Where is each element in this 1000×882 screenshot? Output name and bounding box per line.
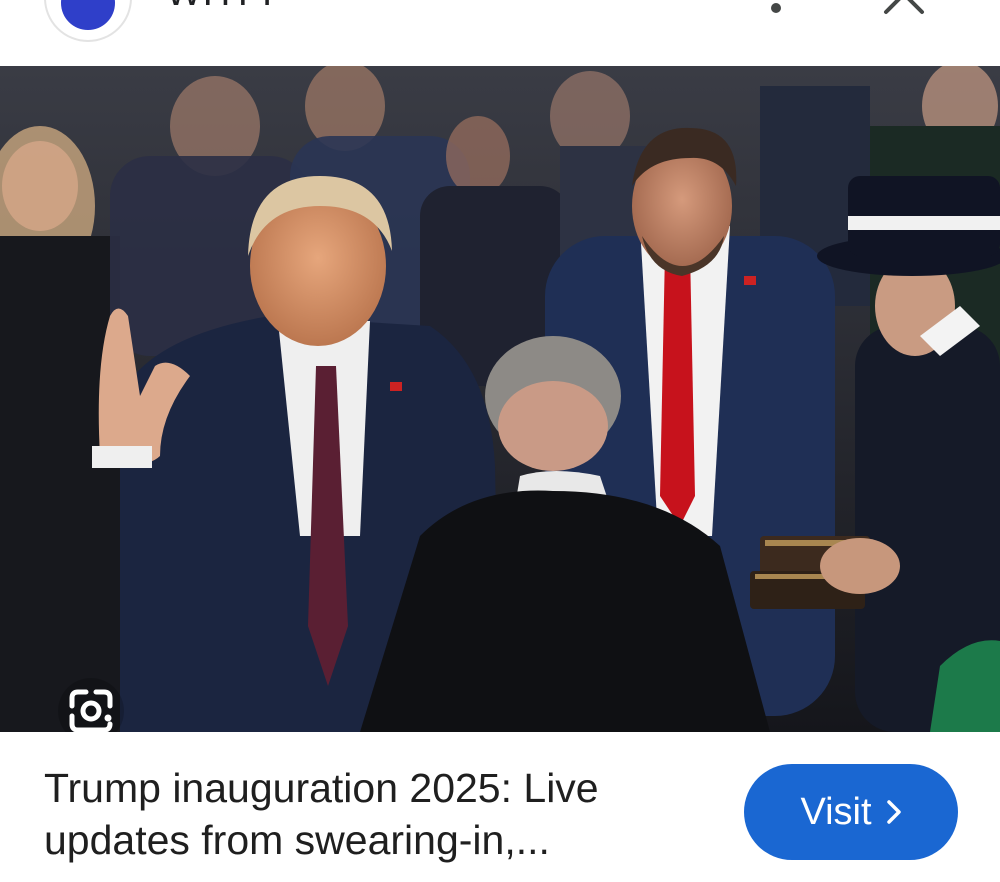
- chevron-right-icon: [886, 800, 901, 824]
- photo-illustration: [0, 66, 1000, 732]
- result-title[interactable]: Trump inauguration 2025: Live updates fr…: [44, 762, 704, 866]
- visit-button-label: Visit: [800, 790, 872, 833]
- result-title-line-1: Trump inauguration 2025: Live: [44, 765, 599, 811]
- visit-button[interactable]: Visit: [744, 764, 958, 860]
- result-title-line-2: updates from swearing-in,...: [44, 817, 550, 863]
- result-photo[interactable]: [0, 66, 1000, 732]
- publisher-logo-icon[interactable]: [44, 0, 132, 42]
- image-result-viewer: WHTT: [0, 0, 1000, 882]
- publisher-logo-inner: [61, 0, 115, 30]
- more-vertical-icon[interactable]: [756, 0, 796, 20]
- close-icon[interactable]: [880, 0, 928, 18]
- header-bar: WHTT: [0, 0, 1000, 66]
- source-name[interactable]: WHTT: [166, 0, 280, 15]
